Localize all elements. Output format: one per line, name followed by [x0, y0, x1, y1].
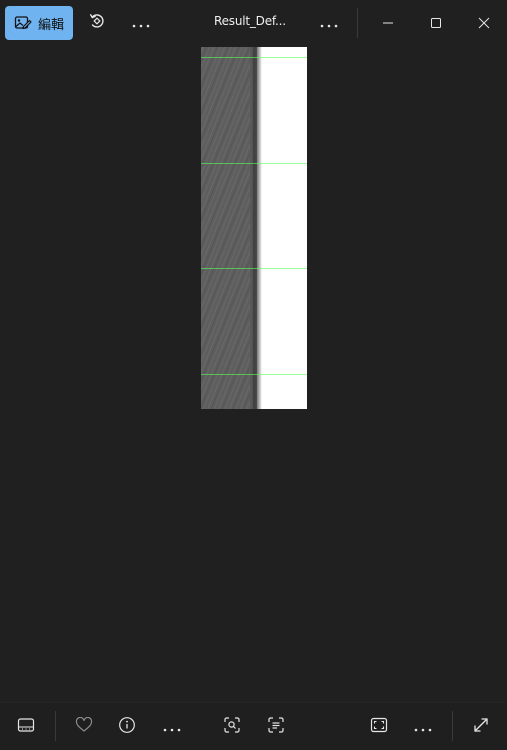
maximize-button[interactable]: [420, 8, 452, 38]
info-button[interactable]: [113, 713, 141, 741]
fit-to-window-icon: [370, 717, 388, 737]
close-button[interactable]: [468, 8, 500, 38]
filmstrip-button[interactable]: [12, 713, 40, 741]
expand-icon: [472, 716, 490, 738]
more-horizontal-icon: [162, 718, 182, 737]
minimize-button[interactable]: [372, 8, 404, 38]
top-toolbar: 編輯 Result_Def...: [0, 0, 507, 46]
photo-edit-icon: [14, 14, 32, 32]
edit-button[interactable]: 編輯: [5, 6, 73, 40]
minimize-icon: [382, 14, 394, 33]
edit-label: 編輯: [37, 17, 64, 33]
info-icon: [118, 716, 136, 738]
filmstrip-icon: [17, 717, 35, 737]
more-horizontal-icon: [131, 14, 151, 33]
rotate-button[interactable]: [84, 10, 110, 36]
bottom-divider: [55, 711, 56, 741]
bottom-more-button-2[interactable]: [409, 717, 437, 737]
text-scan-button[interactable]: [262, 713, 290, 741]
visual-search-button[interactable]: [218, 713, 246, 741]
bottom-more-button[interactable]: [158, 717, 186, 737]
rotate-icon: [88, 12, 106, 34]
title-more-button[interactable]: [316, 12, 342, 34]
bottom-toolbar: [0, 702, 507, 750]
photo-view[interactable]: [201, 47, 307, 409]
result-image: [201, 47, 307, 409]
more-horizontal-icon: [319, 14, 339, 33]
favorite-button[interactable]: [70, 713, 98, 741]
title-divider: [357, 8, 358, 38]
more-options-button[interactable]: [128, 12, 154, 34]
more-horizontal-icon: [413, 718, 433, 737]
photos-app-window: 編輯 Result_Def...: [0, 0, 507, 750]
window-title: Result_Def...: [214, 14, 286, 28]
fullscreen-button[interactable]: [467, 713, 495, 741]
text-scan-icon: [267, 716, 285, 738]
heart-icon: [75, 716, 93, 737]
maximize-icon: [430, 14, 442, 33]
bottom-divider-2: [452, 711, 453, 741]
fit-to-window-button[interactable]: [365, 713, 393, 741]
visual-search-icon: [223, 716, 241, 738]
close-icon: [478, 14, 490, 33]
